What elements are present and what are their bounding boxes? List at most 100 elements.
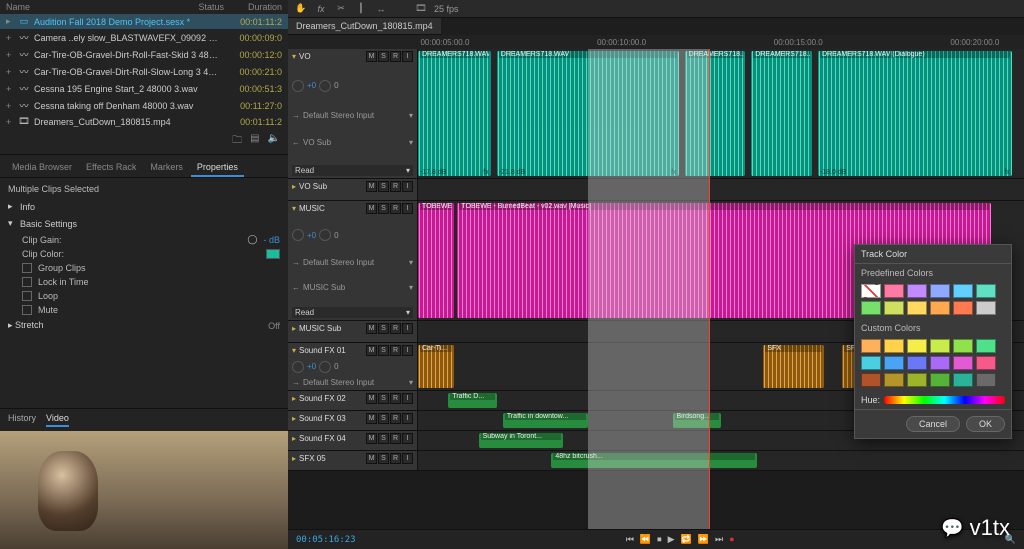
- gain-knob-icon[interactable]: ◯: [247, 234, 257, 245]
- color-swatch[interactable]: [953, 284, 973, 298]
- loop-checkbox[interactable]: [22, 291, 32, 301]
- audio-clip[interactable]: SFX: [763, 345, 824, 388]
- track-header[interactable]: ▸Sound FX 02MSRI: [288, 391, 418, 410]
- fx-badge-icon[interactable]: fx: [483, 169, 488, 176]
- track-input[interactable]: Default Stereo Input: [303, 258, 374, 267]
- volume-knob[interactable]: [292, 80, 304, 92]
- hand-tool-icon[interactable]: ✋: [294, 3, 308, 14]
- record-arm-button[interactable]: R: [390, 181, 401, 192]
- file-row[interactable]: + 〰 Car-Tire-OB-Gravel-Dirt-Roll-Fast-Sk…: [0, 46, 288, 63]
- color-swatch[interactable]: [930, 284, 950, 298]
- audio-clip[interactable]: 48hz bitcrush...: [551, 453, 757, 468]
- record-arm-button[interactable]: R: [390, 393, 401, 404]
- color-swatch[interactable]: [907, 301, 927, 315]
- solo-button[interactable]: S: [378, 453, 389, 464]
- file-row[interactable]: + 〰 Camera ..ely slow_BLASTWAVEFX_09092 …: [0, 29, 288, 46]
- track-header[interactable]: ▾VOMSRI +00 →Default Stereo Input▾ ←VO S…: [288, 49, 418, 178]
- audio-clip[interactable]: DREAMERS718...: [685, 51, 746, 176]
- forward-icon[interactable]: ⏩: [698, 534, 709, 545]
- filter-icon[interactable]: ▤: [250, 133, 259, 150]
- col-duration[interactable]: Duration: [224, 2, 282, 12]
- track-header[interactable]: ▸SFX 05MSRI: [288, 451, 418, 470]
- color-swatch[interactable]: [907, 284, 927, 298]
- monitor-button[interactable]: I: [402, 323, 413, 334]
- twirl-icon[interactable]: +: [6, 50, 14, 60]
- track-lane[interactable]: DREAMERS718.WAV-17.8 dBfxDREAMERS718.WAV…: [418, 49, 1024, 178]
- solo-button[interactable]: S: [378, 203, 389, 214]
- bottom-tab[interactable]: Video: [46, 413, 69, 427]
- panel-tab[interactable]: Effects Rack: [80, 159, 142, 177]
- cut-tool-icon[interactable]: ✂: [334, 3, 348, 14]
- track-lane[interactable]: [418, 179, 1024, 200]
- twirl-right-icon[interactable]: ▸: [292, 182, 296, 191]
- track-output[interactable]: MUSIC Sub: [303, 283, 345, 292]
- automation-mode[interactable]: Read: [295, 308, 314, 317]
- track-output[interactable]: VO Sub: [303, 138, 331, 147]
- hue-slider[interactable]: [884, 396, 1005, 404]
- mute-button[interactable]: M: [366, 323, 377, 334]
- audio-clip[interactable]: TOBEWE: [418, 203, 454, 318]
- mute-button[interactable]: M: [366, 453, 377, 464]
- color-swatch[interactable]: [953, 356, 973, 370]
- solo-button[interactable]: S: [378, 433, 389, 444]
- track-header[interactable]: ▸Sound FX 04MSRI: [288, 431, 418, 450]
- bottom-tab[interactable]: History: [8, 413, 36, 427]
- stretch-section[interactable]: Stretch: [15, 320, 44, 330]
- solo-button[interactable]: S: [378, 51, 389, 62]
- twirl-down-icon[interactable]: ▾: [292, 52, 296, 61]
- audio-clip[interactable]: DREAMERS718.WAV-17.8 dBfx: [418, 51, 491, 176]
- pan-knob[interactable]: [319, 229, 331, 241]
- slip-tool-icon[interactable]: ↔: [374, 4, 388, 14]
- solo-button[interactable]: S: [378, 413, 389, 424]
- pan-knob[interactable]: [319, 361, 331, 373]
- timecode-display[interactable]: 00:05:16:23: [296, 535, 356, 545]
- record-arm-button[interactable]: R: [390, 433, 401, 444]
- file-row[interactable]: + 🎞 Dreamers_CutDown_180815.mp4 00:01:11…: [0, 114, 288, 129]
- fx-badge-icon[interactable]: fx: [1004, 169, 1009, 176]
- file-row[interactable]: + 〰 Car-Tire-OB-Gravel-Dirt-Roll-Slow-Lo…: [0, 63, 288, 80]
- clip-color-swatch[interactable]: [266, 249, 280, 259]
- mute-button[interactable]: M: [366, 181, 377, 192]
- twirl-icon[interactable]: ▸: [292, 394, 296, 403]
- audio-clip[interactable]: Traffic D...: [448, 393, 496, 408]
- twirl-icon[interactable]: ▾: [292, 346, 296, 355]
- file-row[interactable]: + 〰 Cessna taking off Denham 48000 3.wav…: [0, 97, 288, 114]
- pan-knob[interactable]: [319, 80, 331, 92]
- automation-mode[interactable]: Read: [295, 166, 314, 175]
- audio-clip[interactable]: Subway in Toront...: [479, 433, 564, 448]
- loop-play-icon[interactable]: 🔁: [681, 534, 692, 545]
- color-swatch[interactable]: [861, 284, 881, 298]
- track-lane[interactable]: 48hz bitcrush...: [418, 451, 1024, 470]
- solo-button[interactable]: S: [378, 345, 389, 356]
- audio-clip[interactable]: Car-Ti...: [418, 345, 454, 388]
- chevron-down-icon[interactable]: ▾: [8, 218, 16, 229]
- track-input[interactable]: Default Stereo Input: [303, 111, 374, 120]
- color-swatch[interactable]: [861, 339, 881, 353]
- twirl-down-icon[interactable]: ▾: [292, 204, 296, 213]
- mute-checkbox[interactable]: [22, 305, 32, 315]
- color-swatch[interactable]: [861, 373, 881, 387]
- color-swatch[interactable]: [907, 356, 927, 370]
- solo-button[interactable]: S: [378, 323, 389, 334]
- track-header[interactable]: ▾MUSICMSRI +00 →Default Stereo Input▾ ←M…: [288, 201, 418, 320]
- color-swatch[interactable]: [976, 373, 996, 387]
- go-end-icon[interactable]: ⏭: [715, 534, 723, 545]
- monitor-button[interactable]: I: [402, 51, 413, 62]
- color-swatch[interactable]: [953, 339, 973, 353]
- color-swatch[interactable]: [976, 301, 996, 315]
- color-swatch[interactable]: [884, 339, 904, 353]
- record-arm-button[interactable]: R: [390, 51, 401, 62]
- volume-knob[interactable]: [292, 229, 304, 241]
- input-arrow-icon[interactable]: →: [292, 258, 300, 267]
- color-swatch[interactable]: [861, 301, 881, 315]
- panel-tab[interactable]: Media Browser: [6, 159, 78, 177]
- audio-clip[interactable]: DREAMERS718.WAV-21.8 dBfx: [497, 51, 679, 176]
- record-arm-button[interactable]: R: [390, 203, 401, 214]
- monitor-button[interactable]: I: [402, 203, 413, 214]
- color-swatch[interactable]: [930, 301, 950, 315]
- file-row[interactable]: + 〰 Cessna 195 Engine Start_2 48000 3.wa…: [0, 80, 288, 97]
- mute-button[interactable]: M: [366, 203, 377, 214]
- chevron-right-icon[interactable]: ▸: [8, 201, 16, 212]
- cancel-button[interactable]: Cancel: [906, 416, 960, 432]
- color-swatch[interactable]: [930, 356, 950, 370]
